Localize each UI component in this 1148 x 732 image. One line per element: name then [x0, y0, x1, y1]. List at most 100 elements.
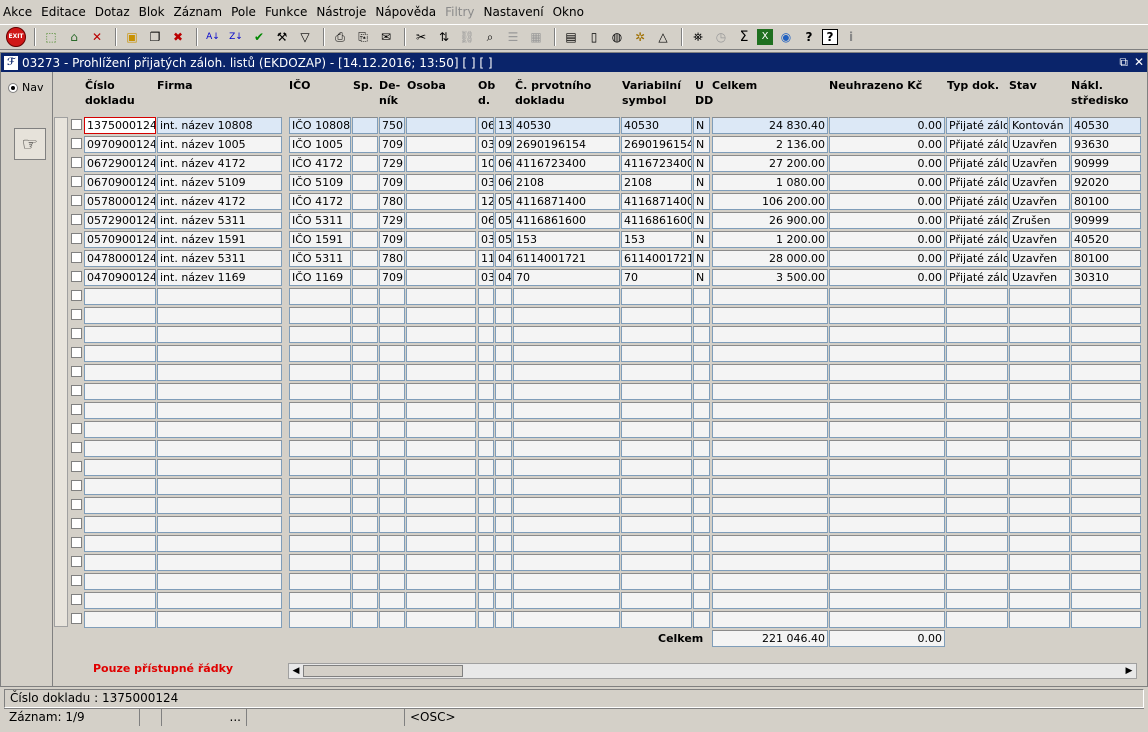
empty-cell[interactable] [478, 478, 494, 495]
empty-cell[interactable] [1009, 478, 1070, 495]
empty-cell[interactable] [513, 554, 620, 571]
link-icon[interactable]: ⛓ [457, 27, 477, 47]
empty-cell[interactable] [513, 573, 620, 590]
cell-prvotni[interactable]: 40530 [513, 117, 620, 134]
filter-icon[interactable]: ▽ [295, 27, 315, 47]
empty-cell[interactable] [693, 497, 710, 514]
empty-cell[interactable] [495, 345, 512, 362]
cell-celkem[interactable]: 1 080.00 [712, 174, 828, 191]
empty-cell[interactable] [1071, 307, 1141, 324]
cell-osoba[interactable] [406, 231, 476, 248]
cell-stav[interactable]: Uzavřen [1009, 231, 1070, 248]
empty-cell[interactable] [1009, 307, 1070, 324]
empty-cell[interactable] [495, 288, 512, 305]
row-checkbox[interactable] [71, 252, 82, 263]
cell-osoba[interactable] [406, 174, 476, 191]
cell-cislo[interactable]: 0470900124 [84, 269, 156, 286]
column-header-celkem[interactable]: Celkem [712, 78, 757, 93]
empty-cell[interactable] [478, 554, 494, 571]
clock-icon[interactable]: ◷ [711, 27, 731, 47]
empty-cell[interactable] [693, 592, 710, 609]
empty-cell[interactable] [84, 459, 156, 476]
cell-stav[interactable]: Uzavřen [1009, 174, 1070, 191]
empty-cell[interactable] [693, 326, 710, 343]
cell-denik[interactable]: 780 [379, 250, 405, 267]
cell-stav[interactable]: Uzavřen [1009, 136, 1070, 153]
empty-cell[interactable] [513, 326, 620, 343]
cell-typ[interactable]: Přijaté záloh [946, 212, 1008, 229]
cell-ico[interactable]: IČO 4172 [289, 193, 351, 210]
empty-cell[interactable] [1009, 402, 1070, 419]
cell-neuhrazeno[interactable]: 0.00 [829, 231, 945, 248]
cell-d[interactable]: 13 [495, 117, 512, 134]
cell-denik[interactable]: 780 [379, 193, 405, 210]
empty-cell[interactable] [406, 611, 476, 628]
empty-cell[interactable] [829, 402, 945, 419]
empty-cell[interactable] [829, 554, 945, 571]
empty-cell[interactable] [495, 459, 512, 476]
empty-cell[interactable] [1009, 459, 1070, 476]
empty-cell[interactable] [621, 573, 692, 590]
empty-cell[interactable] [478, 440, 494, 457]
row-checkbox[interactable] [71, 594, 82, 605]
empty-cell[interactable] [946, 592, 1008, 609]
row-checkbox[interactable] [71, 195, 82, 206]
empty-cell[interactable] [621, 326, 692, 343]
menu-item[interactable]: Záznam [174, 5, 223, 19]
grid-icon[interactable]: ▦ [526, 27, 546, 47]
cell-vs[interactable]: 2690196154 [621, 136, 692, 153]
cell-ob[interactable]: 03 [478, 231, 494, 248]
row-checkbox[interactable] [71, 442, 82, 453]
empty-cell[interactable] [289, 573, 351, 590]
empty-cell[interactable] [712, 516, 828, 533]
empty-cell[interactable] [693, 478, 710, 495]
empty-cell[interactable] [352, 592, 378, 609]
empty-cell[interactable] [157, 554, 282, 571]
cell-sp[interactable] [352, 174, 378, 191]
empty-cell[interactable] [1009, 440, 1070, 457]
cell-vs[interactable]: 4116871400 [621, 193, 692, 210]
cell-neuhrazeno[interactable]: 0.00 [829, 193, 945, 210]
empty-cell[interactable] [495, 440, 512, 457]
empty-cell[interactable] [478, 383, 494, 400]
cell-sp[interactable] [352, 193, 378, 210]
row-checkbox[interactable] [71, 385, 82, 396]
empty-cell[interactable] [406, 573, 476, 590]
empty-cell[interactable] [289, 535, 351, 552]
tree-icon[interactable]: ⇅ [434, 27, 454, 47]
empty-cell[interactable] [352, 402, 378, 419]
empty-cell[interactable] [1009, 573, 1070, 590]
empty-cell[interactable] [1071, 402, 1141, 419]
cell-ico[interactable]: IČO 1005 [289, 136, 351, 153]
cell-celkem[interactable]: 26 900.00 [712, 212, 828, 229]
empty-cell[interactable] [379, 478, 405, 495]
cell-cislo[interactable]: 0478000124 [84, 250, 156, 267]
empty-cell[interactable] [157, 440, 282, 457]
cell-celkem[interactable]: 106 200.00 [712, 193, 828, 210]
empty-cell[interactable] [495, 611, 512, 628]
empty-cell[interactable] [406, 326, 476, 343]
empty-cell[interactable] [1009, 421, 1070, 438]
cell-sp[interactable] [352, 136, 378, 153]
cell-udd[interactable]: N [693, 231, 710, 248]
empty-cell[interactable] [513, 497, 620, 514]
empty-cell[interactable] [946, 459, 1008, 476]
cell-sp[interactable] [352, 250, 378, 267]
empty-cell[interactable] [406, 421, 476, 438]
empty-cell[interactable] [379, 535, 405, 552]
check-icon[interactable]: ✔ [249, 27, 269, 47]
cell-osoba[interactable] [406, 250, 476, 267]
row-checkbox[interactable] [71, 518, 82, 529]
clear-icon[interactable]: ✖ [168, 27, 188, 47]
cell-neuhrazeno[interactable]: 0.00 [829, 136, 945, 153]
empty-cell[interactable] [829, 383, 945, 400]
cell-typ[interactable]: Přijaté záloh [946, 193, 1008, 210]
row-checkbox[interactable] [71, 119, 82, 130]
cell-nakl[interactable]: 40520 [1071, 231, 1141, 248]
empty-cell[interactable] [712, 307, 828, 324]
cell-celkem[interactable]: 3 500.00 [712, 269, 828, 286]
cell-firma[interactable]: int. název 1591 [157, 231, 282, 248]
cell-firma[interactable]: int. název 5109 [157, 174, 282, 191]
empty-cell[interactable] [352, 611, 378, 628]
empty-cell[interactable] [693, 611, 710, 628]
